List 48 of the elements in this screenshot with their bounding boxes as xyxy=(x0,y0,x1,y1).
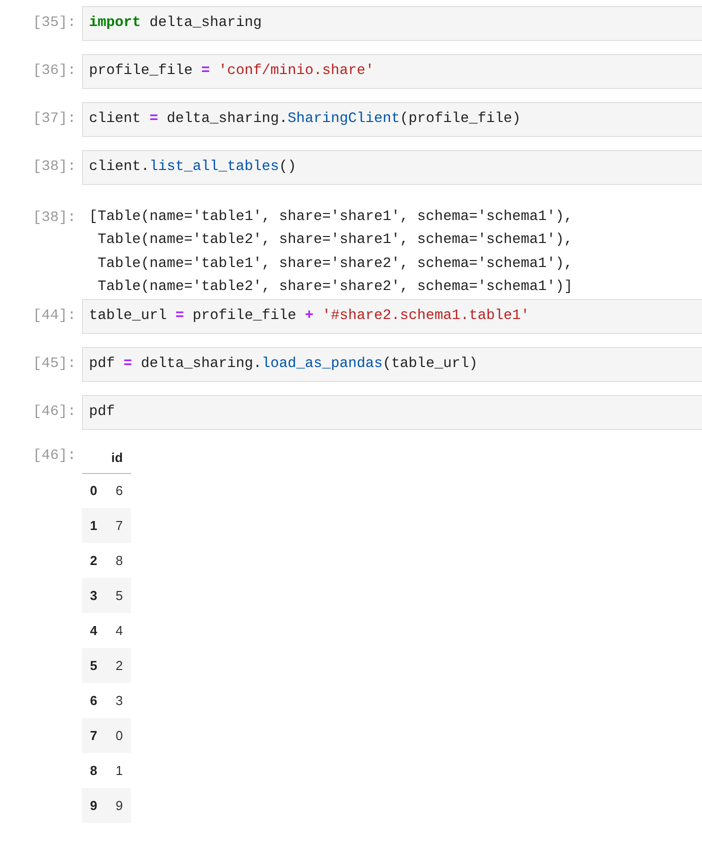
code-line: pdf = delta_sharing.load_as_pandas(table_url) xyxy=(89,356,478,374)
code-line: table_url = profile_file + '#share2.schema1.table1' xyxy=(89,308,530,326)
row-header: 2 xyxy=(82,543,104,578)
code-line: pdf xyxy=(89,404,115,422)
input-prompt: [37]: xyxy=(32,110,76,128)
output-line: Table(name='table2', share='share2', schema='schema1')] xyxy=(96,278,573,297)
table-cell: 3 xyxy=(103,683,131,718)
code-cell[interactable]: client = delta_sharing.SharingClient(profile_file) xyxy=(82,102,702,137)
row-header: 3 xyxy=(82,578,104,614)
code-line: profile_file = 'conf/minio.share' xyxy=(89,63,374,80)
code-cell[interactable]: pdf xyxy=(82,395,702,430)
code-line: import delta_sharing xyxy=(89,15,262,32)
output-prompt: [38]: xyxy=(32,209,76,227)
output-line: [Table(name='table1', share='share1', schema='schema1'), xyxy=(89,208,573,227)
column-header: id xyxy=(103,443,131,474)
code-cell[interactable]: client.list_all_tables() xyxy=(82,150,702,185)
code-cell[interactable]: pdf = delta_sharing.load_as_pandas(table_url) xyxy=(82,347,702,382)
table-cell: 8 xyxy=(103,543,131,578)
row-header: 0 xyxy=(82,473,104,508)
row-header: 1 xyxy=(82,508,104,544)
output-line: Table(name='table2', share='share1', schema='schema1'), xyxy=(96,231,573,250)
input-prompt: [38]: xyxy=(32,158,76,176)
table-cell: 0 xyxy=(103,718,131,754)
table-cell: 5 xyxy=(103,578,131,614)
row-header: 6 xyxy=(82,683,104,718)
code-line: client = delta_sharing.SharingClient(profile_file) xyxy=(89,111,521,128)
row-header: 8 xyxy=(82,753,104,788)
row-header: 7 xyxy=(82,718,104,754)
table-cell: 9 xyxy=(103,788,131,824)
row-header: 4 xyxy=(82,613,104,648)
table-cell: 4 xyxy=(103,613,131,648)
input-prompt: [44]: xyxy=(32,307,76,326)
output-line: Table(name='table1', share='share2', schema='schema1'), xyxy=(96,254,573,274)
code-cell[interactable]: profile_file = 'conf/minio.share' xyxy=(82,54,702,89)
input-prompt: [45]: xyxy=(32,355,76,374)
row-header: 9 xyxy=(82,788,104,824)
code-cell[interactable]: table_url = profile_file + '#share2.schema1.table1' xyxy=(82,299,702,334)
input-prompt: [36]: xyxy=(32,62,76,80)
table-cell: 1 xyxy=(103,753,131,788)
output-prompt: [46]: xyxy=(32,447,76,466)
input-prompt: [46]: xyxy=(32,403,76,422)
code-line: client.list_all_tables() xyxy=(89,159,296,176)
table-cell: 2 xyxy=(103,648,131,684)
code-cell[interactable]: import delta_sharing xyxy=(82,6,702,41)
table-cell: 6 xyxy=(103,473,131,508)
row-header: 5 xyxy=(82,648,104,684)
table-cell: 7 xyxy=(103,508,131,544)
input-prompt: [35]: xyxy=(32,14,76,32)
